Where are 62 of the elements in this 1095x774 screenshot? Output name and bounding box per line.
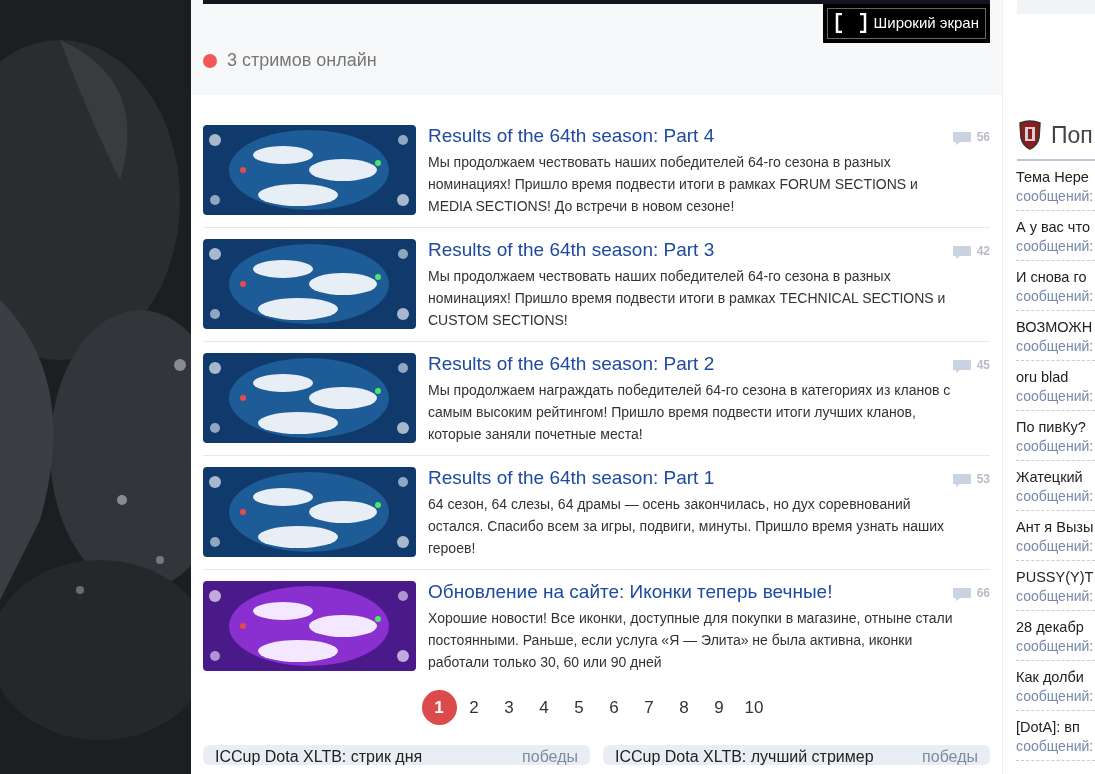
comment-count: 56 (976, 129, 990, 146)
page-link[interactable]: 9 (701, 690, 737, 725)
news-title-link[interactable]: Results of the 64th season: Part 4 (428, 125, 715, 147)
topic-link[interactable]: ВОЗМОЖН (1016, 315, 1093, 338)
topic-link[interactable]: 28 декабр (1016, 615, 1084, 638)
topic-meta: сообщений: (1016, 386, 1095, 405)
topic-link[interactable]: Жатецкий (1016, 465, 1083, 488)
page-link[interactable]: 5 (561, 690, 597, 725)
shield-icon (1017, 120, 1043, 151)
comment-count: 45 (976, 357, 990, 374)
topic-link[interactable]: А у вас что (1016, 215, 1090, 238)
topic-link[interactable]: Тема Нере (1016, 165, 1089, 188)
page-link[interactable]: 4 (526, 690, 562, 725)
streams-online: 3 стримов онлайн (227, 49, 377, 72)
card-tag: победы (922, 749, 978, 765)
page-link[interactable]: 8 (666, 690, 702, 725)
news-title-link[interactable]: Results of the 64th season: Part 2 (428, 353, 715, 375)
news-summary: Мы продолжаем чествовать наших победителей 64-го сезона в разных номинациях! Пришло время подвести итоги в рамках FORUM SECTIONS и MEDIA SECTIONS! До встречи в новом сезоне! (428, 153, 919, 216)
topic-link[interactable]: Ант я Вызы (1016, 515, 1094, 538)
topic-link[interactable]: [DotA]: вп (1016, 715, 1080, 738)
topic-meta: сообщений: (1016, 236, 1095, 255)
ranking-card[interactable]: ICCup Dota XLTB: стрик дня победы (203, 745, 590, 765)
news-title-link[interactable]: Results of the 64th season: Part 1 (428, 467, 715, 489)
page-link[interactable]: 3 (491, 690, 527, 725)
topic-link[interactable]: oru blad (1016, 365, 1069, 388)
live-dot (203, 53, 217, 68)
widescreen-button[interactable]: Широкий экран (822, 4, 990, 43)
page-link[interactable]: 7 (631, 690, 667, 725)
news-summary: 64 сезон, 64 слезы, 64 драмы — осень закончилась, но дух соревнований остался. Спасибо всем за игры, подвиги, минуты. Пришло время узнать наших героев! (428, 495, 945, 558)
topic-meta: сообщений: (1016, 286, 1095, 305)
card-title: ICCup Dota XLTB: стрик дня (215, 749, 423, 765)
ranking-card[interactable]: ICCup Dota XLTB: лучший стример победы (603, 745, 990, 765)
page-link[interactable]: 2 (456, 690, 492, 725)
comment-count: 53 (976, 471, 990, 488)
news-title-link[interactable]: Results of the 64th season: Part 3 (428, 239, 715, 261)
topic-link[interactable]: PUSSY(Y)T (1016, 565, 1094, 588)
topic-meta: сообщений: (1016, 336, 1095, 355)
topic-meta: сообщений: (1016, 536, 1095, 555)
topic-meta: сообщений: (1016, 586, 1095, 605)
page-link[interactable]: 10 (736, 690, 772, 725)
topic-meta: сообщений: (1016, 636, 1095, 655)
page-link[interactable]: 6 (596, 690, 632, 725)
news-summary: Мы продолжаем чествовать наших победителей 64-го сезона в разных номинациях! Пришло время подвести итоги в рамках TECHNICAL SECTIONS и CUSTOM SECTIONS! (428, 267, 947, 330)
card-tag: победы (522, 749, 578, 765)
expand-icon (833, 13, 868, 34)
topic-link[interactable]: Как долби (1016, 665, 1084, 688)
topic-link[interactable]: По пивКу? (1016, 415, 1086, 438)
card-title: ICCup Dota XLTB: лучший стример (615, 749, 874, 765)
page-link[interactable]: 1 (421, 690, 457, 725)
topic-meta: сообщений: (1016, 736, 1095, 755)
topic-link[interactable]: И снова го (1016, 265, 1087, 288)
topic-meta: сообщений: (1016, 686, 1095, 705)
topic-meta: сообщений: (1016, 486, 1095, 505)
sidebar-title: Поп (1051, 121, 1093, 150)
news-title-link[interactable]: Обновление на сайте: Иконки теперь вечные! (428, 581, 833, 603)
video-player[interactable] (203, 0, 990, 4)
topic-meta: сообщений: (1016, 436, 1095, 455)
comment-count: 66 (976, 585, 990, 602)
topic-meta: сообщений: (1016, 186, 1095, 205)
comment-count: 42 (976, 243, 990, 260)
news-summary: Хорошие новости! Все иконки, доступные для покупки в магазине, отныне стали постоянными. Раньше, если услуга «Я — Элита» не была активна, иконки работали только 30, 60 или 90 дней (428, 609, 954, 672)
news-summary: Мы продолжаем награждать победителей 64-го сезона в категориях из кланов с самым высоким рейтингом! Пришло время подвести итоги лучших кланов, которые заняли почетные места! (428, 381, 952, 444)
